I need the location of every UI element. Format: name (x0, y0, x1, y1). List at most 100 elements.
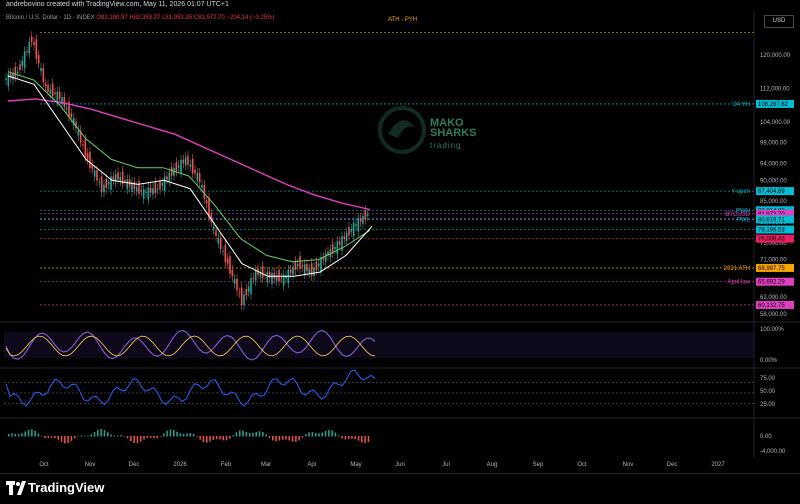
candle-body (359, 218, 362, 222)
candle-body (245, 288, 248, 296)
level-tag: 80,619.71 (758, 217, 785, 223)
macd-bar (361, 436, 363, 443)
macd-bar (189, 433, 191, 437)
macd-bar (146, 436, 149, 439)
macd-bar (83, 435, 86, 437)
macd-bar (74, 436, 76, 439)
rsi-tick-label: 100.00% (760, 327, 784, 333)
level-tag: 87,404.69 (758, 189, 785, 195)
candle-body (152, 188, 154, 195)
tradingview-brand[interactable]: TradingView (28, 480, 104, 495)
ma-fast-line (7, 75, 373, 277)
candle-body (313, 267, 315, 276)
macd-bar (354, 436, 356, 440)
rsi-tick-label: 0.00% (760, 358, 778, 364)
macd-bar (245, 431, 248, 437)
candle-body (196, 173, 199, 181)
x-tick-label: Dec (667, 462, 678, 468)
candle-body (161, 183, 164, 186)
level-label: Y-open (731, 189, 750, 195)
macd-bar (301, 436, 304, 438)
x-tick-label: Sep (533, 462, 544, 468)
macd-bar (291, 436, 294, 442)
macd-bar (100, 429, 102, 437)
candle-body (149, 187, 152, 193)
macd-bar (258, 431, 261, 437)
macd-bar (357, 436, 360, 441)
x-tick-label: 2026 (173, 462, 187, 468)
candle-body (117, 172, 119, 180)
x-tick-label: Mar (261, 462, 271, 468)
candle-body (35, 39, 38, 59)
candle-body (240, 287, 243, 306)
macd-bar (262, 431, 264, 437)
candle-body (334, 247, 336, 250)
y-tick-label: 104,000.00 (760, 120, 791, 126)
macd-bar (70, 436, 73, 441)
macd-bar (143, 436, 145, 440)
level-label: PWL (737, 217, 751, 223)
macd-bar (272, 436, 274, 441)
candle-body (189, 164, 192, 167)
watermark-line2: SHARKS (430, 127, 477, 139)
candle-body (19, 64, 21, 70)
macd-bar (255, 431, 257, 437)
candle-body (187, 155, 189, 165)
macd-bar (93, 432, 96, 437)
candle-body (303, 264, 306, 275)
candle-body (30, 36, 33, 43)
candle-body (278, 269, 280, 282)
macd-bar (242, 430, 244, 437)
candle-body (168, 172, 171, 182)
macd-bar (192, 433, 195, 437)
price-chart[interactable]: 120,000.00 112,000.00 104,000.00 99,000.00 9… (0, 0, 800, 473)
candle-body (21, 60, 24, 67)
candle-body (292, 266, 294, 275)
stoch-tick-label: 50.00 (760, 389, 776, 395)
candle-body (308, 268, 311, 274)
candle-body (16, 71, 19, 74)
macd-bar (182, 433, 185, 437)
candle-body (299, 256, 301, 269)
candle-body (212, 226, 215, 230)
macd-bar (311, 432, 314, 437)
macd-bar (215, 436, 218, 440)
macd-bar (60, 436, 63, 442)
macd-bar (295, 436, 297, 442)
macd-bar (179, 433, 182, 437)
candle-body (112, 176, 115, 181)
candle-body (54, 92, 56, 94)
macd-bar (103, 430, 106, 437)
candle-body (177, 165, 180, 168)
macd-bar (278, 436, 281, 441)
rsi-band (4, 332, 754, 358)
macd-bar (206, 436, 208, 443)
macd-bar (173, 429, 175, 437)
macd-bar (163, 433, 165, 437)
x-tick-label: Oct (577, 462, 587, 468)
candle-body (247, 286, 250, 292)
candle-body (191, 158, 194, 174)
stoch-tick-label: 75.00 (760, 376, 776, 382)
y-tick-label: 62,000.00 (760, 295, 787, 301)
candle-body (103, 184, 105, 193)
candle-body (261, 265, 264, 278)
candle-body (243, 294, 245, 306)
candle-body (182, 159, 185, 164)
candle-body (5, 78, 7, 81)
candle-body (84, 139, 87, 157)
macd-bar (288, 436, 290, 441)
macd-bar (17, 434, 20, 437)
candle-body (203, 184, 206, 199)
candle-body (133, 182, 136, 190)
candle-body (217, 237, 220, 244)
macd-bar (64, 436, 66, 444)
candle-body (280, 277, 283, 279)
candle-body (7, 73, 10, 87)
candle-body (42, 67, 45, 82)
candle-body (70, 113, 73, 118)
candle-body (96, 170, 98, 181)
candle-body (44, 83, 47, 87)
macd-bar (314, 432, 317, 437)
macd-bar (308, 432, 310, 437)
